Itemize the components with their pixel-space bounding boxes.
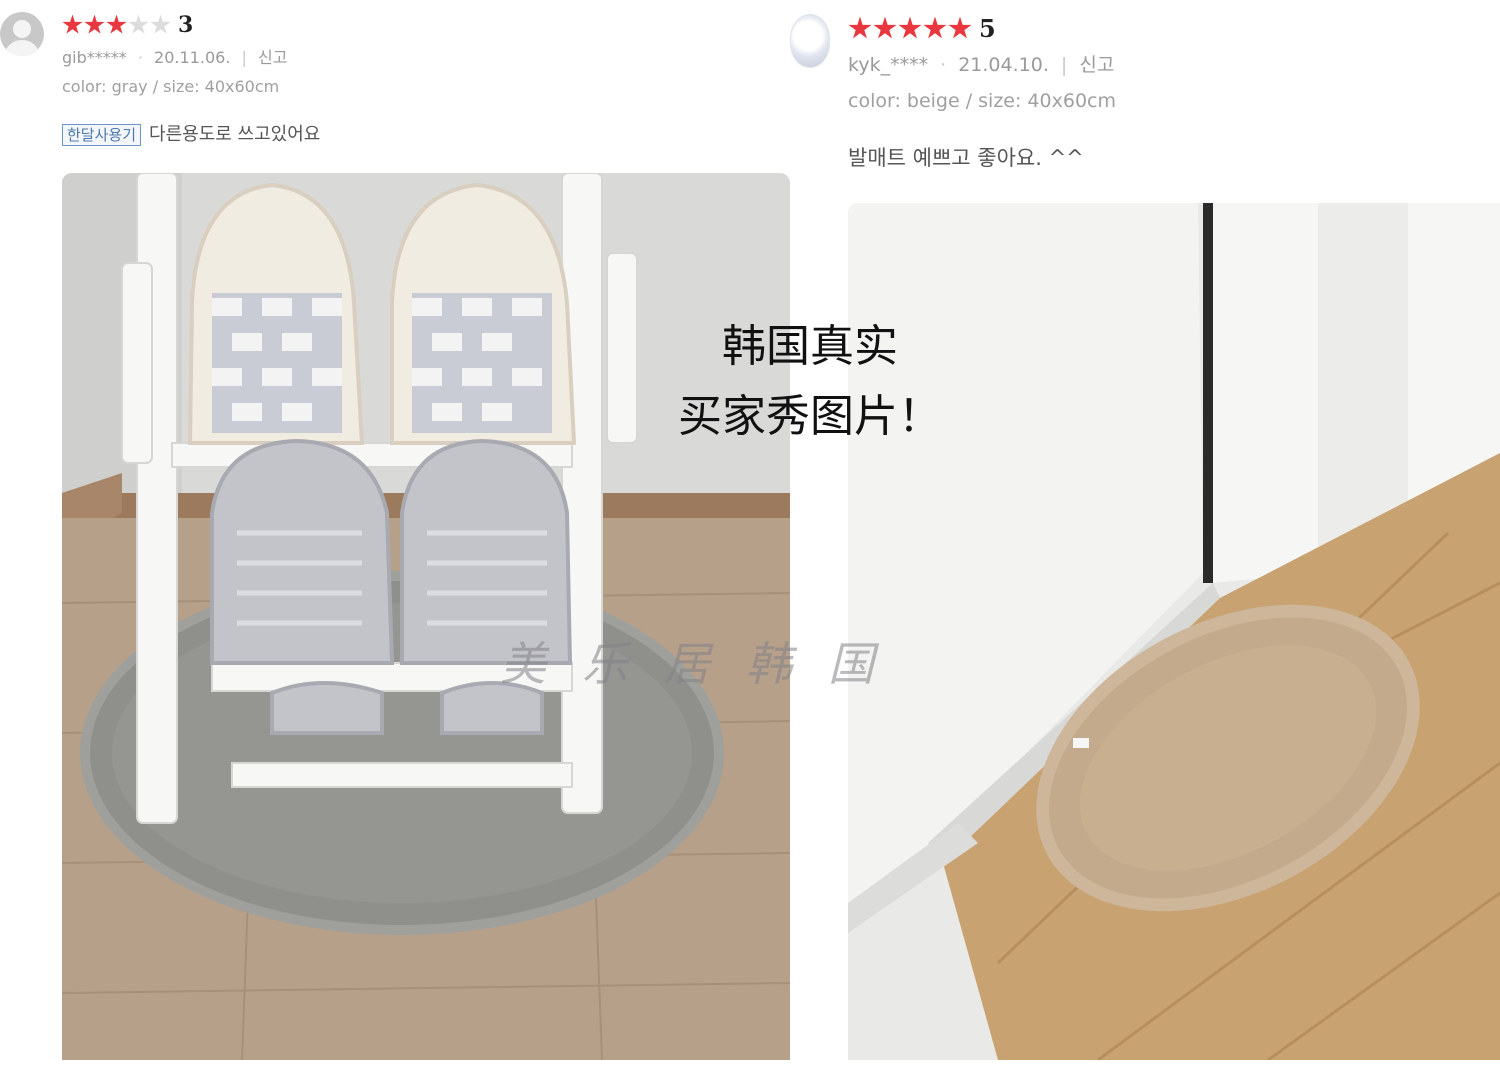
meta-separator: · xyxy=(137,48,143,67)
rating-stars-2: 5 xyxy=(848,14,996,43)
report-link-1[interactable]: 신고 xyxy=(258,48,287,67)
overlay-caption: 韩国真实 买家秀图片！ xyxy=(640,312,980,452)
review-text-1: 다른용도로 쓰고있어요 xyxy=(149,124,321,145)
reviewer-name-2[interactable]: kyk_**** xyxy=(848,54,928,76)
review-text-2: 발매트 예쁘고 좋아요. ^^ xyxy=(848,146,1084,170)
reviewer-avatar-2 xyxy=(790,14,830,68)
star-icon xyxy=(106,14,127,34)
review-date-2: 21.04.10. xyxy=(958,54,1049,76)
rating-score-2: 5 xyxy=(979,14,996,43)
review-content-1: 한달사용기 다른용도로 쓰고있어요 xyxy=(62,120,320,146)
meta-divider: | xyxy=(241,48,247,67)
star-icon xyxy=(150,14,171,34)
rating-score-1: 3 xyxy=(178,12,194,38)
star-icon xyxy=(898,16,922,39)
star-icon xyxy=(948,16,972,39)
star-icon xyxy=(873,16,897,39)
watermark-text: 美乐居韩国 xyxy=(500,637,910,691)
meta-separator: · xyxy=(940,54,947,76)
meta-divider: | xyxy=(1060,54,1068,76)
review-meta-2: kyk_**** · 21.04.10. | 신고 xyxy=(848,50,1114,77)
star-icon xyxy=(848,16,872,39)
report-link-2[interactable]: 신고 xyxy=(1079,54,1114,76)
reviewer-name-1[interactable]: gib***** xyxy=(62,48,127,67)
star-icon xyxy=(923,16,947,39)
review-option-1: color: gray / size: 40x60cm xyxy=(62,77,280,96)
review-content-2: 발매트 예쁘고 좋아요. ^^ xyxy=(848,142,1084,172)
star-icon xyxy=(62,14,83,34)
rating-stars-1: 3 xyxy=(62,12,193,38)
review-option-2: color: beige / size: 40x60cm xyxy=(848,90,1116,112)
reviewer-avatar-1 xyxy=(0,12,44,56)
review-photo-1[interactable] xyxy=(62,173,790,1060)
review-meta-1: gib***** · 20.11.06. | 신고 xyxy=(62,44,287,68)
star-icon xyxy=(128,14,149,34)
review-date-1: 20.11.06. xyxy=(154,48,231,67)
star-icon xyxy=(84,14,105,34)
usage-badge: 한달사용기 xyxy=(62,124,142,146)
overlay-line-2: 买家秀图片！ xyxy=(678,391,942,442)
overlay-line-1: 韩国真实 xyxy=(722,321,898,372)
